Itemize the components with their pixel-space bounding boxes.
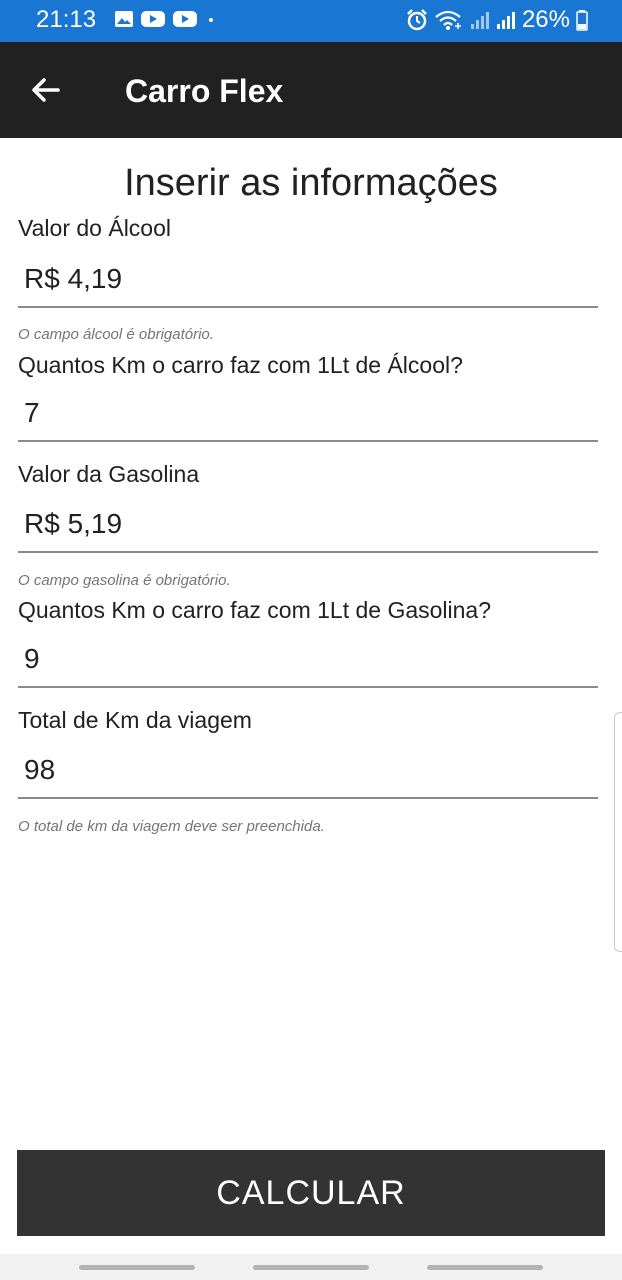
gasoline-price-field[interactable] bbox=[18, 497, 598, 553]
trip-km-hint: O total de km da viagem deve ser preench… bbox=[18, 818, 325, 835]
nav-back-handle[interactable] bbox=[427, 1265, 543, 1270]
calculate-button[interactable]: CALCULAR bbox=[17, 1150, 605, 1236]
youtube-icon bbox=[141, 11, 165, 27]
gasoline-km-field[interactable] bbox=[18, 632, 598, 688]
signal-icon bbox=[470, 12, 489, 29]
dot-icon bbox=[209, 18, 213, 22]
youtube-icon bbox=[173, 11, 197, 27]
app-title: Carro Flex bbox=[125, 73, 284, 109]
status-time: 21:13 bbox=[36, 6, 97, 33]
alcohol-km-input[interactable] bbox=[18, 386, 598, 440]
app-bar: Carro Flex bbox=[0, 42, 622, 138]
gasoline-price-label: Valor da Gasolina bbox=[18, 461, 200, 487]
gasoline-price-input[interactable] bbox=[18, 497, 598, 551]
gasoline-km-input[interactable] bbox=[18, 632, 598, 686]
system-nav-bar bbox=[0, 1254, 622, 1280]
arrow-left-icon[interactable] bbox=[28, 72, 64, 108]
battery-icon bbox=[576, 10, 588, 31]
alcohol-price-hint: O campo álcool é obrigatório. bbox=[18, 326, 214, 343]
trip-km-label: Total de Km da viagem bbox=[18, 707, 252, 733]
gasoline-price-hint: O campo gasolina é obrigatório. bbox=[18, 572, 231, 589]
alcohol-price-input[interactable] bbox=[18, 252, 598, 306]
alarm-icon bbox=[407, 9, 427, 31]
edge-panel-handle[interactable] bbox=[614, 712, 622, 952]
nav-recents-handle[interactable] bbox=[79, 1265, 195, 1270]
signal-icon bbox=[496, 12, 515, 29]
alcohol-price-field[interactable] bbox=[18, 252, 598, 308]
system-icons: 26% bbox=[406, 6, 588, 34]
alcohol-km-field[interactable] bbox=[18, 386, 598, 442]
alcohol-km-label: Quantos Km o carro faz com 1Lt de Álcool… bbox=[18, 352, 463, 378]
status-bar: 21:13 26% bbox=[0, 0, 622, 42]
trip-km-input[interactable] bbox=[18, 743, 598, 797]
nav-home-handle[interactable] bbox=[253, 1265, 369, 1270]
page-title: Inserir as informações bbox=[124, 162, 498, 204]
notification-icons bbox=[114, 10, 218, 28]
gasoline-km-label: Quantos Km o carro faz com 1Lt de Gasoli… bbox=[18, 597, 492, 623]
battery-percent: 26% bbox=[521, 6, 570, 33]
trip-km-field[interactable] bbox=[18, 743, 598, 799]
wifi-icon bbox=[435, 10, 461, 30]
alcohol-price-label: Valor do Álcool bbox=[18, 215, 171, 241]
gallery-icon bbox=[115, 11, 133, 27]
